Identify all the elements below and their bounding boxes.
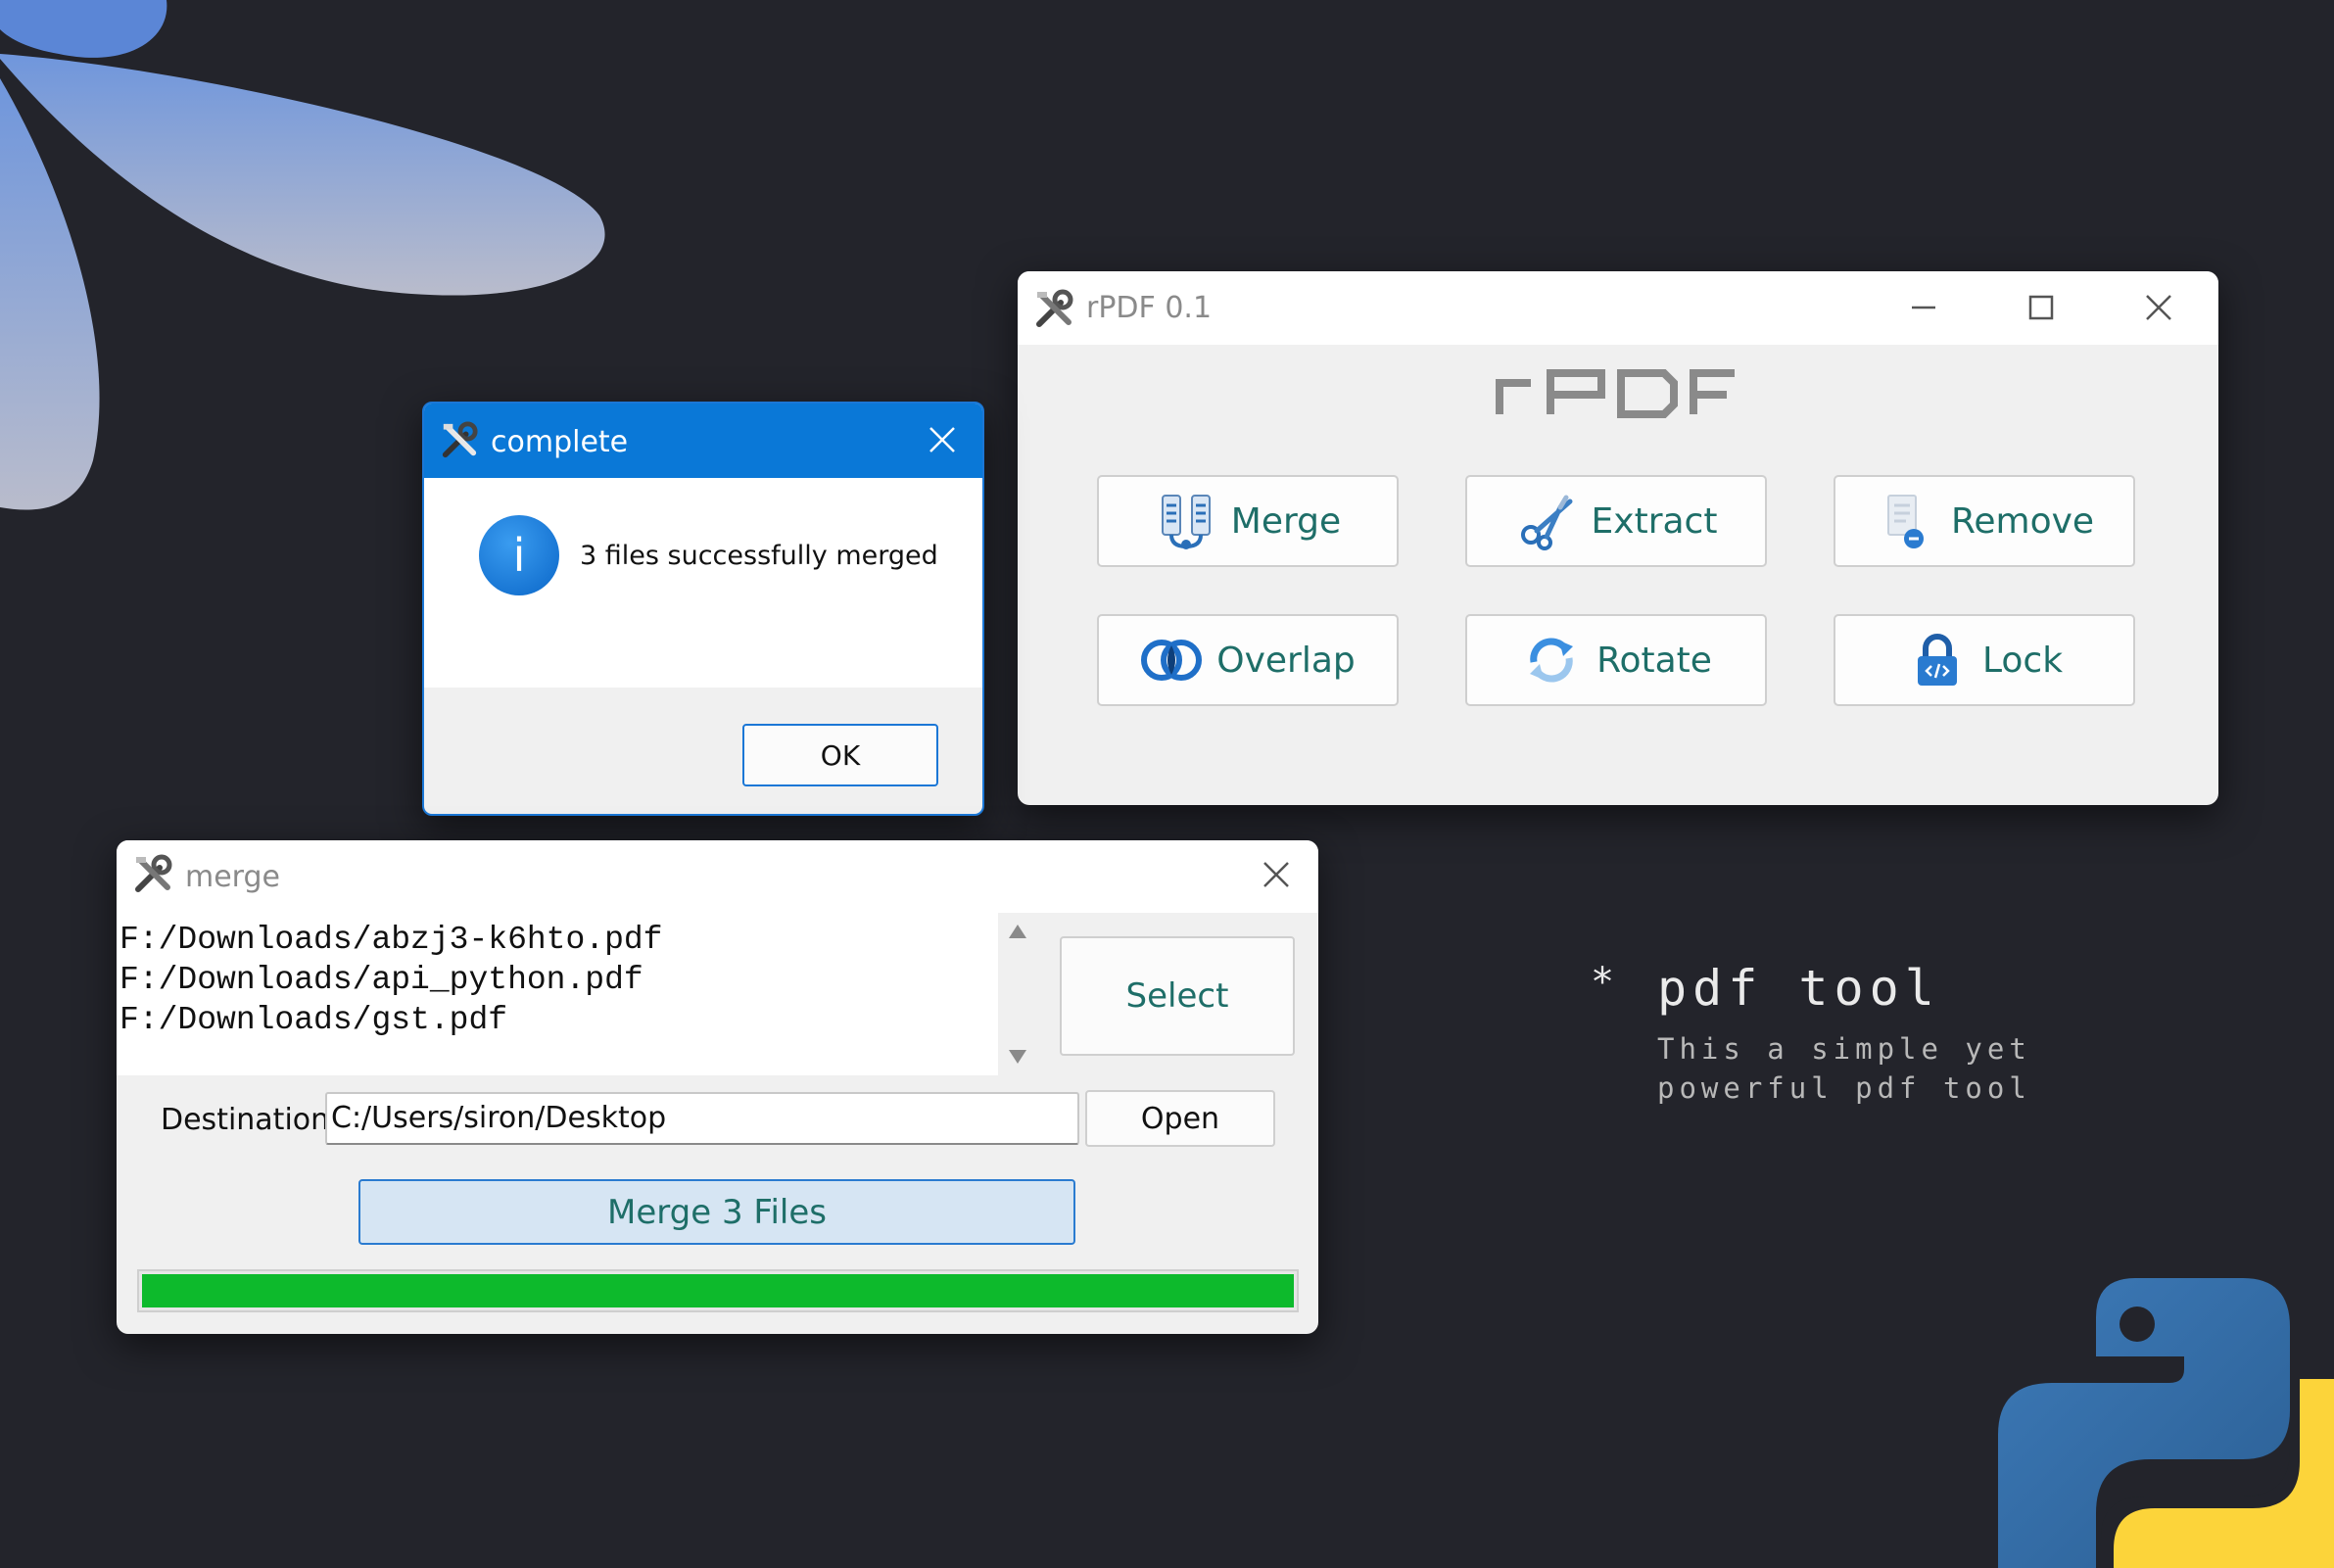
merge-close-button[interactable]: [1254, 852, 1299, 897]
file-list[interactable]: F:/Downloads/abzj3-k6hto.pdf F:/Download…: [117, 913, 998, 1075]
select-button[interactable]: Select: [1060, 936, 1295, 1056]
tools-icon: [440, 421, 479, 460]
dialog-title: complete: [491, 425, 629, 459]
scroll-down-arrow-icon[interactable]: [1009, 1050, 1026, 1064]
title-bar[interactable]: rPDF 0.1: [1018, 271, 2218, 345]
complete-dialog: complete i 3 files successfully merged O…: [422, 402, 984, 816]
maximize-button[interactable]: [2019, 285, 2064, 330]
merge-button[interactable]: Merge: [1097, 475, 1399, 567]
remove-label: Remove: [1950, 500, 2095, 542]
dialog-close-button[interactable]: [920, 417, 965, 462]
bullet-asterisk: *: [1591, 960, 1615, 1005]
rotate-icon: [1520, 629, 1583, 691]
merge-title-bar[interactable]: merge: [117, 840, 1318, 913]
info-icon: i: [479, 515, 559, 595]
open-button[interactable]: Open: [1085, 1090, 1275, 1147]
overlap-rings-icon: [1140, 629, 1203, 691]
progress-fill: [142, 1274, 1294, 1307]
window-title: rPDF 0.1: [1086, 291, 1213, 325]
close-icon: [1263, 862, 1289, 887]
lock-label: Lock: [1981, 640, 2064, 681]
padlock-icon: [1906, 629, 1969, 691]
list-item[interactable]: F:/Downloads/abzj3-k6hto.pdf: [119, 921, 663, 960]
ok-button[interactable]: OK: [742, 724, 938, 786]
list-item[interactable]: F:/Downloads/gst.pdf: [119, 1001, 507, 1040]
rpdf-logo: [1496, 369, 1735, 418]
maximize-icon: [2028, 295, 2054, 320]
rpdf-main-window: rPDF 0.1 Merge Extract Remove Overlap Ro…: [1018, 271, 2218, 805]
extract-label: Extract: [1591, 500, 1718, 542]
minimize-button[interactable]: [1901, 285, 1946, 330]
side-line-1: This a simple yet: [1657, 1032, 2031, 1066]
merge-files-button[interactable]: Merge 3 Files: [358, 1179, 1075, 1245]
overlap-button[interactable]: Overlap: [1097, 614, 1399, 706]
remove-button[interactable]: Remove: [1834, 475, 2135, 567]
minimize-icon: [1912, 306, 1935, 309]
lock-button[interactable]: Lock: [1834, 614, 2135, 706]
close-icon: [929, 427, 955, 452]
python-logo-icon: [1998, 1278, 2334, 1568]
remove-page-icon: [1875, 490, 1937, 552]
merge-window: merge F:/Downloads/abzj3-k6hto.pdf F:/Do…: [117, 840, 1318, 1334]
rotate-button[interactable]: Rotate: [1465, 614, 1767, 706]
tools-icon: [1033, 289, 1074, 330]
rotate-label: Rotate: [1596, 640, 1712, 681]
merge-window-title: merge: [185, 860, 280, 894]
overlap-label: Overlap: [1216, 640, 1356, 681]
dialog-message: 3 files successfully merged: [580, 541, 938, 571]
destination-input[interactable]: C:/Users/siron/Desktop: [325, 1092, 1079, 1145]
close-button[interactable]: [2136, 285, 2181, 330]
merge-icon: [1155, 490, 1217, 552]
tools-icon: [132, 854, 173, 895]
close-icon: [2146, 295, 2171, 320]
side-heading: pdf tool: [1657, 960, 1940, 1017]
file-list-scrollbar[interactable]: [998, 913, 1037, 1075]
side-line-2: powerful pdf tool: [1657, 1071, 2031, 1105]
scissors-icon: [1515, 490, 1578, 552]
destination-label: Destination: [161, 1103, 330, 1137]
progress-bar: [137, 1269, 1299, 1312]
dialog-title-bar[interactable]: complete: [424, 404, 982, 478]
scroll-up-arrow-icon[interactable]: [1009, 925, 1026, 938]
list-item[interactable]: F:/Downloads/api_python.pdf: [119, 961, 643, 1000]
extract-button[interactable]: Extract: [1465, 475, 1767, 567]
merge-label: Merge: [1230, 500, 1342, 542]
dialog-body: i 3 files successfully merged: [424, 478, 982, 688]
